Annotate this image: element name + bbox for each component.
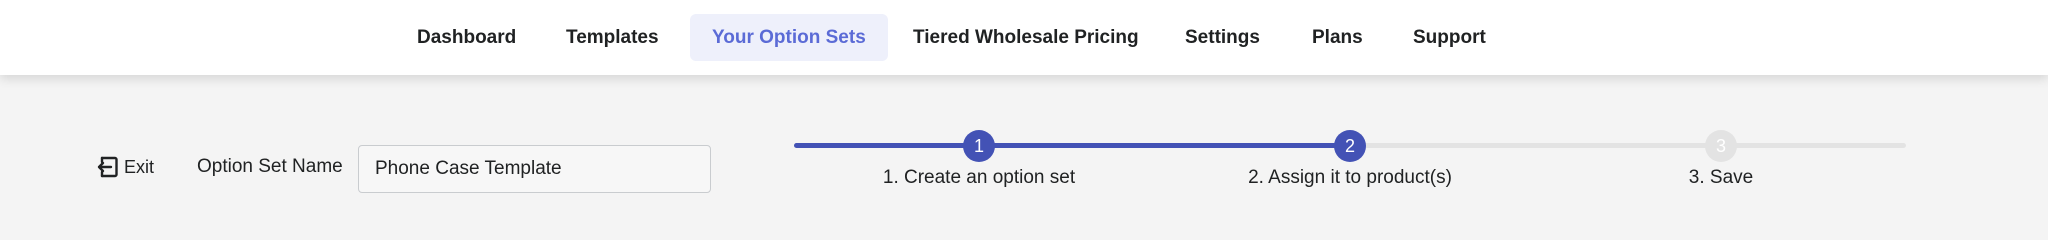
nav-dashboard[interactable]: Dashboard: [417, 14, 516, 61]
nav-tiered-wholesale-pricing[interactable]: Tiered Wholesale Pricing: [913, 14, 1139, 61]
option-set-editor-header: Exit Option Set Name 1 2 3 1. Create an …: [0, 75, 2048, 230]
option-set-name-input[interactable]: [358, 145, 711, 193]
step-2-label: 2. Assign it to product(s): [1248, 167, 1452, 188]
nav-support[interactable]: Support: [1413, 14, 1486, 61]
exit-button[interactable]: Exit: [96, 155, 154, 179]
stepper-track-remaining: [1350, 143, 1906, 148]
step-3-indicator: 3: [1705, 130, 1737, 162]
option-set-name-label: Option Set Name: [197, 156, 343, 177]
nav-settings[interactable]: Settings: [1185, 14, 1260, 61]
exit-icon: [96, 156, 118, 178]
nav-templates[interactable]: Templates: [566, 14, 659, 61]
step-1-indicator: 1: [963, 130, 995, 162]
stepper-track-complete: [794, 143, 1350, 148]
step-1-label: 1. Create an option set: [882, 167, 1076, 188]
exit-label: Exit: [124, 156, 155, 177]
nav-your-option-sets[interactable]: Your Option Sets: [690, 14, 888, 61]
step-2-indicator: 2: [1334, 130, 1366, 162]
top-navigation: Dashboard Templates Your Option Sets Tie…: [0, 0, 2048, 75]
step-3-label: 3. Save: [1688, 167, 1754, 188]
nav-plans[interactable]: Plans: [1312, 14, 1363, 61]
